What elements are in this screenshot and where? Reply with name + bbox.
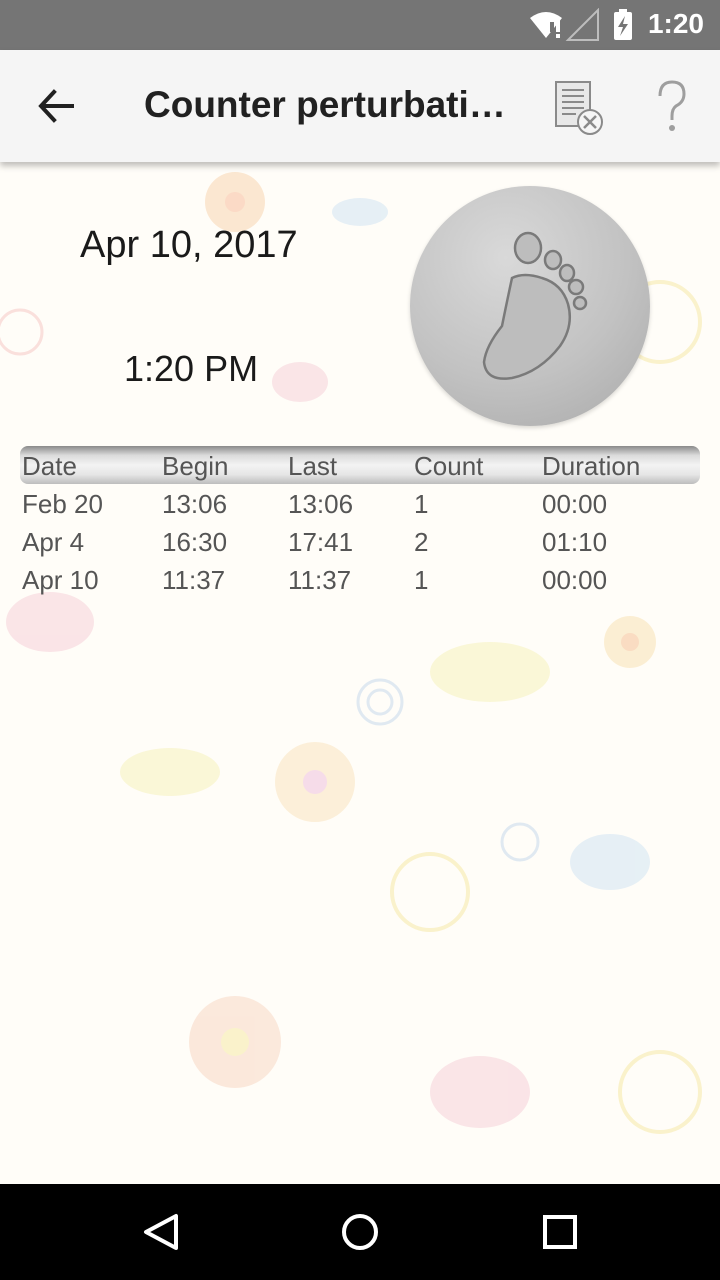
footprint-icon (482, 231, 588, 380)
header-duration: Duration (542, 451, 641, 481)
nav-recents-button[interactable] (528, 1202, 592, 1262)
cell-begin: 16:30 (162, 527, 228, 557)
history-table: Date Begin Last Count Duration Feb 20 13… (22, 446, 702, 598)
counter-button[interactable] (410, 186, 650, 426)
main-content: Apr 10, 2017 1:20 PM Date Begin Last Cou… (0, 162, 720, 1184)
cell-count: 1 (414, 565, 429, 595)
home-circle-icon (342, 1214, 378, 1250)
flower-icon (275, 742, 355, 822)
cell-last: 13:06 (288, 489, 354, 519)
app-bar: Counter perturbati… (0, 50, 720, 162)
flower-icon (604, 616, 656, 668)
signal-icon (565, 8, 599, 41)
navigation-bar (0, 1184, 720, 1280)
table-row: Apr 10 11:37 11:37 1 00:00 (22, 560, 702, 598)
arrow-back-icon (38, 89, 74, 123)
cell-last: 17:41 (288, 527, 354, 557)
flower-icon (189, 996, 281, 1088)
nav-home-button[interactable] (328, 1202, 392, 1262)
cell-duration: 01:10 (542, 527, 608, 557)
header-date: Date (22, 451, 77, 481)
table-row: Apr 4 16:30 17:41 2 01:10 (22, 522, 702, 560)
table-row: Feb 20 13:06 13:06 1 00:00 (22, 484, 702, 522)
cell-date: Apr 4 (22, 527, 85, 557)
back-button[interactable] (24, 78, 88, 134)
help-icon (658, 80, 686, 131)
cell-count: 1 (414, 489, 429, 519)
back-triangle-icon (144, 1214, 178, 1250)
status-icons (530, 8, 632, 41)
header-count: Count (414, 451, 484, 481)
current-date: Apr 10, 2017 (80, 224, 298, 266)
cell-begin: 13:06 (162, 489, 228, 519)
table-header-row: Date Begin Last Count Duration (22, 446, 702, 484)
status-bar: 1:20 (0, 0, 720, 50)
flower-icon (205, 172, 265, 232)
current-time: 1:20 PM (124, 348, 259, 389)
recents-square-icon (543, 1215, 577, 1249)
clear-list-icon (555, 81, 603, 135)
cell-count: 2 (414, 527, 429, 557)
page-title: Counter perturbati… (144, 84, 506, 125)
battery-charging-icon (614, 9, 632, 40)
cell-duration: 00:00 (542, 489, 608, 519)
header-last: Last (288, 451, 338, 481)
cell-duration: 00:00 (542, 565, 608, 595)
status-time: 1:20 (647, 8, 704, 39)
wifi-icon (530, 12, 562, 38)
clear-list-button[interactable] (546, 76, 610, 140)
cell-date: Feb 20 (22, 489, 103, 519)
cell-last: 11:37 (288, 565, 352, 595)
nav-back-button[interactable] (128, 1202, 192, 1262)
cell-begin: 11:37 (162, 565, 226, 595)
header-begin: Begin (162, 451, 229, 481)
cell-date: Apr 10 (22, 565, 99, 595)
help-button[interactable] (640, 76, 704, 140)
